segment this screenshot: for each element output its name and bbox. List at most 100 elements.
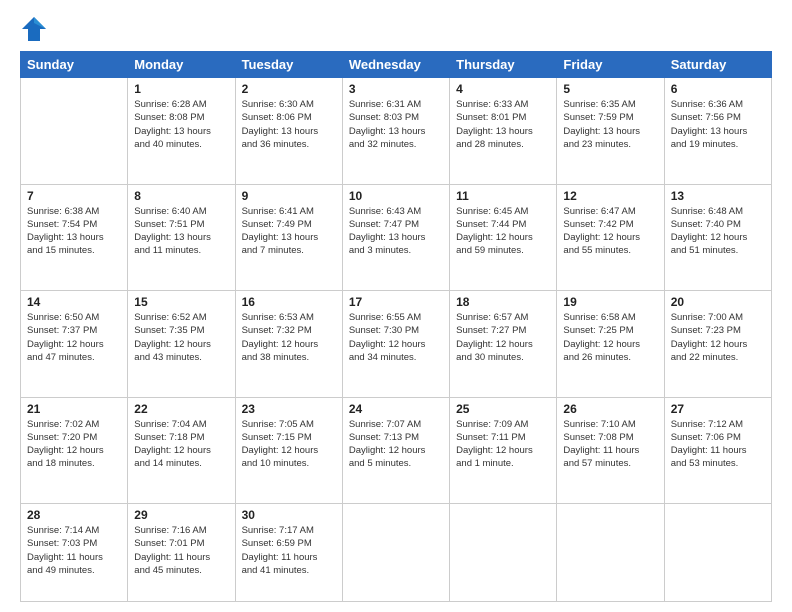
day-number: 6 <box>671 82 765 96</box>
calendar-cell: 7Sunrise: 6:38 AM Sunset: 7:54 PM Daylig… <box>21 184 128 291</box>
week-row-3: 14 Sunrise: 6:50 AM Sunset: 7:37 PM Dayli… <box>21 291 772 398</box>
calendar-cell: 1 Sunrise: 6:28 AM Sunset: 8:08 PM Daylig… <box>128 78 235 185</box>
day-number: 9 <box>242 189 336 203</box>
week-row-1: 1 Sunrise: 6:28 AM Sunset: 8:08 PM Daylig… <box>21 78 772 185</box>
day-info: Sunrise: 7:05 AM Sunset: 7:15 PM Dayligh… <box>242 418 336 471</box>
day-info: Sunrise: 6:47 AM Sunset: 7:42 PM Dayligh… <box>563 205 657 258</box>
day-info: Sunrise: 6:52 AM Sunset: 7:35 PM Dayligh… <box>134 311 228 364</box>
calendar-cell: 23Sunrise: 7:05 AM Sunset: 7:15 PM Dayli… <box>235 397 342 504</box>
day-number: 16 <box>242 295 336 309</box>
calendar-cell: 6 Sunrise: 6:36 AM Sunset: 7:56 PM Daylig… <box>664 78 771 185</box>
day-info: Sunrise: 6:43 AM Sunset: 7:47 PM Dayligh… <box>349 205 443 258</box>
calendar-cell: 10 Sunrise: 6:43 AM Sunset: 7:47 PM Dayli… <box>342 184 449 291</box>
calendar-cell: 30Sunrise: 7:17 AM Sunset: 6:59 PM Dayli… <box>235 504 342 602</box>
calendar-cell: 5 Sunrise: 6:35 AM Sunset: 7:59 PM Daylig… <box>557 78 664 185</box>
calendar-cell: 12 Sunrise: 6:47 AM Sunset: 7:42 PM Dayli… <box>557 184 664 291</box>
calendar-cell: 3Sunrise: 6:31 AM Sunset: 8:03 PM Daylig… <box>342 78 449 185</box>
day-info: Sunrise: 6:58 AM Sunset: 7:25 PM Dayligh… <box>563 311 657 364</box>
day-number: 29 <box>134 508 228 522</box>
calendar-cell: 17Sunrise: 6:55 AM Sunset: 7:30 PM Dayli… <box>342 291 449 398</box>
weekday-header-saturday: Saturday <box>664 52 771 78</box>
day-number: 19 <box>563 295 657 309</box>
calendar-cell: 20 Sunrise: 7:00 AM Sunset: 7:23 PM Dayli… <box>664 291 771 398</box>
day-info: Sunrise: 6:55 AM Sunset: 7:30 PM Dayligh… <box>349 311 443 364</box>
calendar-cell: 27Sunrise: 7:12 AM Sunset: 7:06 PM Dayli… <box>664 397 771 504</box>
day-number: 13 <box>671 189 765 203</box>
calendar-cell: 9 Sunrise: 6:41 AM Sunset: 7:49 PM Daylig… <box>235 184 342 291</box>
week-row-5: 28Sunrise: 7:14 AM Sunset: 7:03 PM Dayli… <box>21 504 772 602</box>
calendar-cell <box>664 504 771 602</box>
day-info: Sunrise: 6:57 AM Sunset: 7:27 PM Dayligh… <box>456 311 550 364</box>
day-info: Sunrise: 7:09 AM Sunset: 7:11 PM Dayligh… <box>456 418 550 471</box>
page: SundayMondayTuesdayWednesdayThursdayFrid… <box>0 0 792 612</box>
logo <box>20 15 52 43</box>
day-info: Sunrise: 7:00 AM Sunset: 7:23 PM Dayligh… <box>671 311 765 364</box>
day-number: 15 <box>134 295 228 309</box>
day-number: 14 <box>27 295 121 309</box>
day-info: Sunrise: 6:41 AM Sunset: 7:49 PM Dayligh… <box>242 205 336 258</box>
day-number: 30 <box>242 508 336 522</box>
week-row-4: 21 Sunrise: 7:02 AM Sunset: 7:20 PM Dayli… <box>21 397 772 504</box>
day-info: Sunrise: 6:53 AM Sunset: 7:32 PM Dayligh… <box>242 311 336 364</box>
day-info: Sunrise: 7:07 AM Sunset: 7:13 PM Dayligh… <box>349 418 443 471</box>
calendar-cell: 25 Sunrise: 7:09 AM Sunset: 7:11 PM Dayli… <box>450 397 557 504</box>
day-number: 8 <box>134 189 228 203</box>
day-number: 18 <box>456 295 550 309</box>
week-row-2: 7Sunrise: 6:38 AM Sunset: 7:54 PM Daylig… <box>21 184 772 291</box>
day-number: 26 <box>563 402 657 416</box>
calendar-cell: 16 Sunrise: 6:53 AM Sunset: 7:32 PM Dayli… <box>235 291 342 398</box>
calendar-cell <box>21 78 128 185</box>
day-number: 3 <box>349 82 443 96</box>
day-number: 12 <box>563 189 657 203</box>
calendar-cell: 22 Sunrise: 7:04 AM Sunset: 7:18 PM Dayli… <box>128 397 235 504</box>
calendar-cell <box>450 504 557 602</box>
calendar-cell: 21 Sunrise: 7:02 AM Sunset: 7:20 PM Dayli… <box>21 397 128 504</box>
day-info: Sunrise: 6:40 AM Sunset: 7:51 PM Dayligh… <box>134 205 228 258</box>
weekday-header-sunday: Sunday <box>21 52 128 78</box>
weekday-header-monday: Monday <box>128 52 235 78</box>
calendar-cell <box>557 504 664 602</box>
weekday-header-thursday: Thursday <box>450 52 557 78</box>
calendar-cell: 8 Sunrise: 6:40 AM Sunset: 7:51 PM Daylig… <box>128 184 235 291</box>
day-number: 5 <box>563 82 657 96</box>
day-number: 20 <box>671 295 765 309</box>
day-info: Sunrise: 7:10 AM Sunset: 7:08 PM Dayligh… <box>563 418 657 471</box>
day-info: Sunrise: 6:28 AM Sunset: 8:08 PM Dayligh… <box>134 98 228 151</box>
calendar-cell: 15 Sunrise: 6:52 AM Sunset: 7:35 PM Dayli… <box>128 291 235 398</box>
calendar-cell: 19 Sunrise: 6:58 AM Sunset: 7:25 PM Dayli… <box>557 291 664 398</box>
day-number: 7 <box>27 189 121 203</box>
calendar-cell: 28Sunrise: 7:14 AM Sunset: 7:03 PM Dayli… <box>21 504 128 602</box>
calendar-cell <box>342 504 449 602</box>
day-info: Sunrise: 7:16 AM Sunset: 7:01 PM Dayligh… <box>134 524 228 577</box>
calendar-cell: 4 Sunrise: 6:33 AM Sunset: 8:01 PM Daylig… <box>450 78 557 185</box>
weekday-header-tuesday: Tuesday <box>235 52 342 78</box>
day-number: 2 <box>242 82 336 96</box>
header <box>20 15 772 43</box>
day-info: Sunrise: 6:50 AM Sunset: 7:37 PM Dayligh… <box>27 311 121 364</box>
calendar-cell: 14 Sunrise: 6:50 AM Sunset: 7:37 PM Dayli… <box>21 291 128 398</box>
day-number: 22 <box>134 402 228 416</box>
day-info: Sunrise: 6:48 AM Sunset: 7:40 PM Dayligh… <box>671 205 765 258</box>
weekday-header-friday: Friday <box>557 52 664 78</box>
day-number: 10 <box>349 189 443 203</box>
logo-icon <box>20 15 48 43</box>
day-number: 11 <box>456 189 550 203</box>
calendar-cell: 29 Sunrise: 7:16 AM Sunset: 7:01 PM Dayli… <box>128 504 235 602</box>
day-info: Sunrise: 7:04 AM Sunset: 7:18 PM Dayligh… <box>134 418 228 471</box>
calendar-cell: 26 Sunrise: 7:10 AM Sunset: 7:08 PM Dayli… <box>557 397 664 504</box>
day-number: 4 <box>456 82 550 96</box>
calendar-cell: 11Sunrise: 6:45 AM Sunset: 7:44 PM Dayli… <box>450 184 557 291</box>
day-number: 25 <box>456 402 550 416</box>
day-info: Sunrise: 7:02 AM Sunset: 7:20 PM Dayligh… <box>27 418 121 471</box>
day-info: Sunrise: 6:30 AM Sunset: 8:06 PM Dayligh… <box>242 98 336 151</box>
day-info: Sunrise: 7:12 AM Sunset: 7:06 PM Dayligh… <box>671 418 765 471</box>
weekday-header-wednesday: Wednesday <box>342 52 449 78</box>
day-info: Sunrise: 6:36 AM Sunset: 7:56 PM Dayligh… <box>671 98 765 151</box>
day-info: Sunrise: 7:14 AM Sunset: 7:03 PM Dayligh… <box>27 524 121 577</box>
day-info: Sunrise: 6:35 AM Sunset: 7:59 PM Dayligh… <box>563 98 657 151</box>
day-info: Sunrise: 6:33 AM Sunset: 8:01 PM Dayligh… <box>456 98 550 151</box>
day-number: 21 <box>27 402 121 416</box>
day-number: 1 <box>134 82 228 96</box>
calendar-cell: 18 Sunrise: 6:57 AM Sunset: 7:27 PM Dayli… <box>450 291 557 398</box>
calendar-cell: 24Sunrise: 7:07 AM Sunset: 7:13 PM Dayli… <box>342 397 449 504</box>
